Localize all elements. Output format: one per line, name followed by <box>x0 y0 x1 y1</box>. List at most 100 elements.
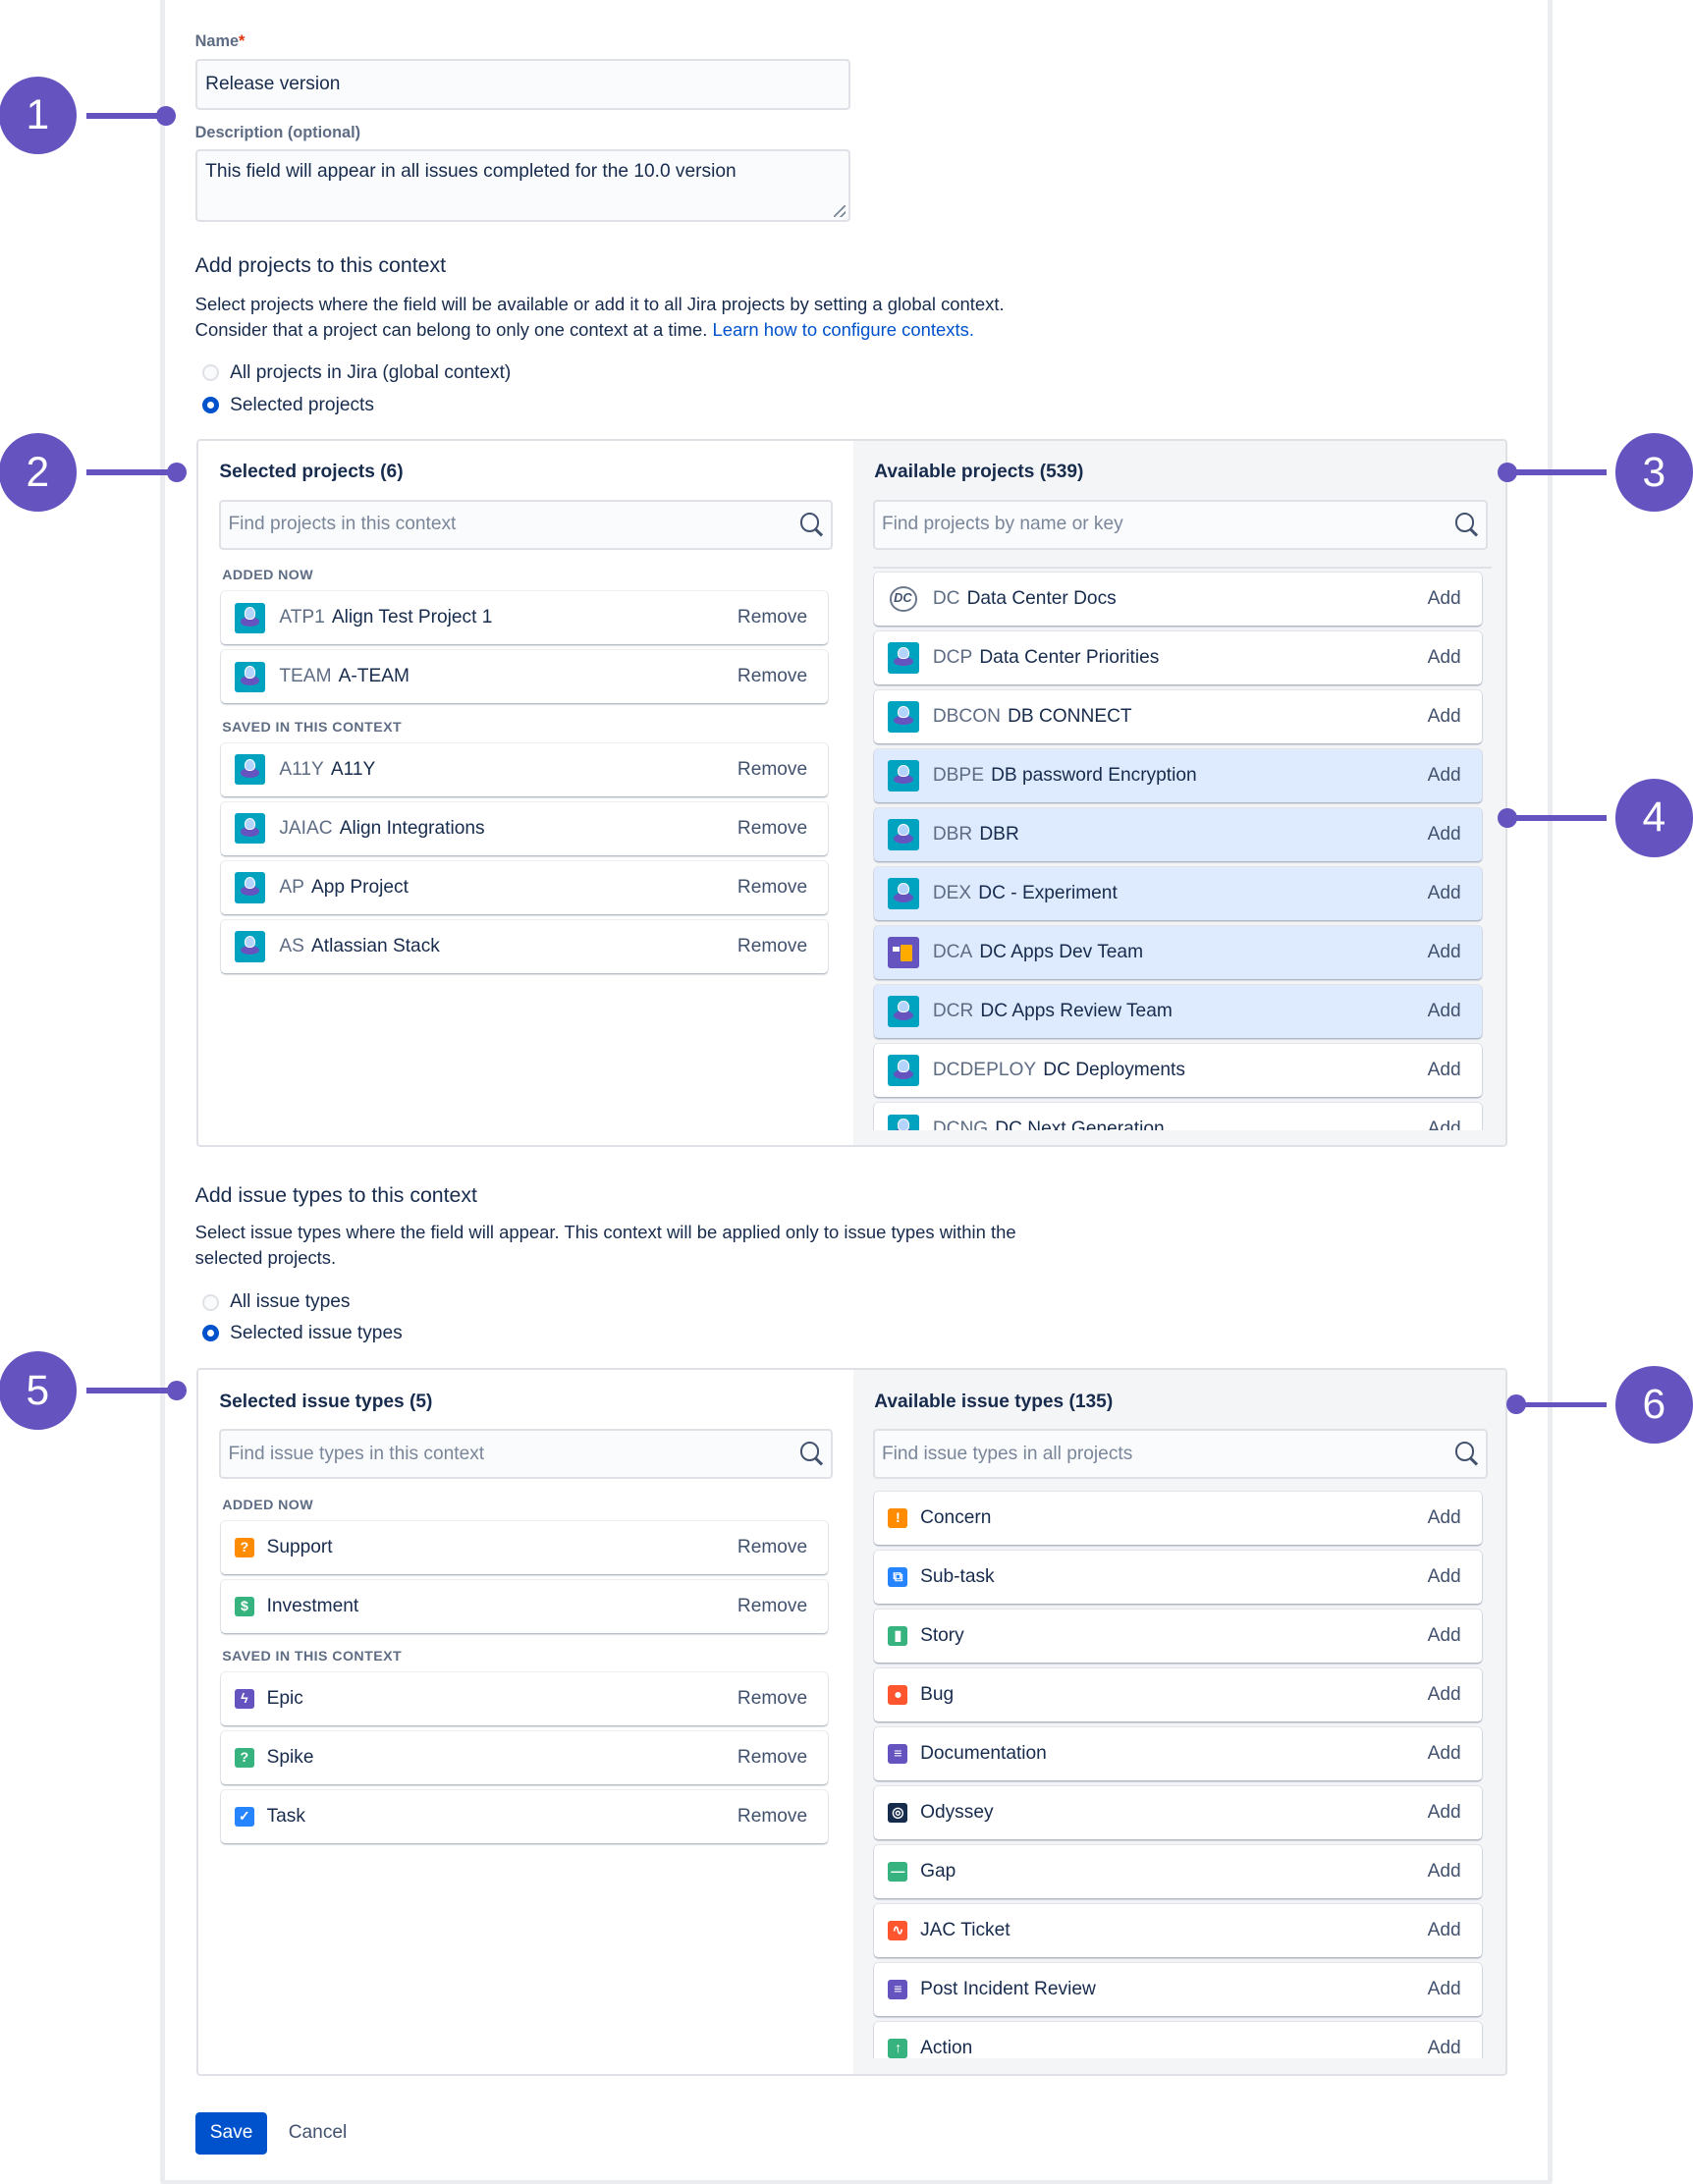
issue-type-row[interactable]: — Gap Add <box>874 1845 1482 1898</box>
available-issue-types-list[interactable]: ! Concern Add ⧉ Sub-task Add ▮ Story Add ● Bug Add ≡… <box>873 1488 1492 2059</box>
remove-button[interactable]: Remove <box>737 1537 807 1558</box>
arrow-up-icon: ↑ <box>888 2039 908 2058</box>
search-placeholder: Find issue types in this context <box>228 1443 485 1464</box>
project-key: ATP1 <box>279 607 325 628</box>
project-row[interactable]: DBCON DB CONNECT Add <box>874 689 1482 743</box>
remove-button[interactable]: Remove <box>737 936 807 957</box>
issue-type-row[interactable]: ≡ Documentation Add <box>874 1726 1482 1780</box>
selected-projects-search[interactable]: Find projects in this context <box>219 499 833 550</box>
add-button[interactable]: Add <box>1428 1119 1461 1129</box>
issue-type-row[interactable]: ↑ Action Add <box>874 2022 1482 2059</box>
add-button[interactable]: Add <box>1428 942 1461 963</box>
add-button[interactable]: Add <box>1428 1802 1461 1824</box>
radio-selected-issue-types-label: Selected issue types <box>230 1322 403 1343</box>
issue-type-row[interactable]: ▮ Story Add <box>874 1609 1482 1663</box>
radio-selected-projects[interactable]: Selected projects <box>201 395 374 416</box>
project-row[interactable]: AP App Project Remove <box>220 860 829 914</box>
issue-type-row[interactable]: ◎ Odyssey Add <box>874 1786 1482 1839</box>
radio-all-projects[interactable]: All projects in Jira (global context) <box>201 362 511 384</box>
learn-contexts-link[interactable]: Learn how to configure contexts. <box>712 319 973 340</box>
project-row[interactable]: AS Atlassian Stack Remove <box>220 919 829 973</box>
project-row[interactable]: DCDEPLOY DC Deployments Add <box>874 1044 1482 1098</box>
available-projects-list[interactable]: DC Data Center Docs Add DCP Data Center Prio… <box>872 566 1492 1130</box>
description-textarea[interactable]: This field will appear in all issues com… <box>194 148 850 222</box>
radio-all-issue-types[interactable]: All issue types <box>201 1291 350 1313</box>
add-button[interactable]: Add <box>1428 1001 1461 1022</box>
project-name: App Project <box>310 876 409 898</box>
add-button[interactable]: Add <box>1428 1920 1461 1941</box>
resize-handle-icon[interactable] <box>834 205 846 217</box>
project-row[interactable]: DEX DC - Experiment Add <box>874 867 1482 920</box>
project-row[interactable]: JAIAC Align Integrations Remove <box>220 801 829 855</box>
annotation-marker: 4 <box>1614 779 1693 857</box>
add-button[interactable]: Add <box>1428 1684 1461 1706</box>
available-projects-search[interactable]: Find projects by name or key <box>872 499 1488 550</box>
project-row[interactable]: DCNG DC Next Generation Add <box>874 1103 1482 1130</box>
add-button[interactable]: Add <box>1428 824 1461 846</box>
issue-type-row[interactable]: ● Bug Add <box>874 1667 1482 1721</box>
remove-button[interactable]: Remove <box>737 607 807 628</box>
add-button[interactable]: Add <box>1428 1979 1461 2000</box>
remove-button[interactable]: Remove <box>737 818 807 840</box>
issue-types-heading: Add issue types to this context <box>194 1182 477 1207</box>
project-row[interactable]: A11Y A11Y Remove <box>220 742 829 796</box>
selected-issue-types-panel: Selected issue types (5) Find issue type… <box>198 1370 853 2075</box>
selected-issue-types-search[interactable]: Find issue types in this context <box>219 1429 833 1480</box>
project-row[interactable]: DBR DBR Add <box>874 808 1482 861</box>
save-button[interactable]: Save <box>194 2112 268 2155</box>
issue-type-name: Task <box>266 1806 305 1828</box>
project-name: Data Center Priorities <box>979 646 1160 668</box>
add-button[interactable]: Add <box>1428 1625 1461 1647</box>
remove-button[interactable]: Remove <box>737 1806 807 1828</box>
issue-type-row[interactable]: ! Concern Add <box>874 1491 1482 1545</box>
add-button[interactable]: Add <box>1428 883 1461 904</box>
remove-button[interactable]: Remove <box>737 1596 807 1617</box>
project-row[interactable]: DCA DC Apps Dev Team Add <box>874 926 1482 979</box>
name-input[interactable]: Release version <box>194 58 850 111</box>
project-row[interactable]: ATP1 Align Test Project 1 Remove <box>220 591 829 645</box>
cancel-button[interactable]: Cancel <box>279 2112 356 2155</box>
remove-button[interactable]: Remove <box>737 666 807 687</box>
available-issue-types-search[interactable]: Find issue types in all projects <box>872 1429 1488 1480</box>
project-row[interactable]: TEAM A-TEAM Remove <box>220 650 829 704</box>
remove-button[interactable]: Remove <box>737 1747 807 1769</box>
remove-button[interactable]: Remove <box>737 877 807 899</box>
add-button[interactable]: Add <box>1428 2038 1461 2058</box>
issue-type-row[interactable]: ? Support Remove <box>220 1520 829 1574</box>
remove-button[interactable]: Remove <box>737 759 807 781</box>
project-row[interactable]: DBPE DB password Encryption Add <box>874 749 1482 802</box>
project-row[interactable]: DCR DC Apps Review Team Add <box>874 985 1482 1039</box>
add-button[interactable]: Add <box>1428 706 1461 728</box>
add-button[interactable]: Add <box>1428 1743 1461 1765</box>
add-button[interactable]: Add <box>1428 647 1461 669</box>
required-mark: * <box>239 31 246 50</box>
issue-type-row[interactable]: ≡ Post Incident Review Add <box>874 1963 1482 2016</box>
add-button[interactable]: Add <box>1428 765 1461 787</box>
add-button[interactable]: Add <box>1428 1060 1461 1081</box>
project-row[interactable]: DCP Data Center Priorities Add <box>874 630 1482 684</box>
radio-unchecked-icon[interactable] <box>201 1293 219 1311</box>
project-avatar-icon <box>888 760 919 792</box>
add-button[interactable]: Add <box>1428 1507 1461 1529</box>
radio-unchecked-icon[interactable] <box>201 364 219 382</box>
issue-type-row[interactable]: ∿ JAC Ticket Add <box>874 1904 1482 1957</box>
drill-avatar-icon <box>888 937 919 968</box>
issue-type-row[interactable]: ⧉ Sub-task Add <box>874 1550 1482 1604</box>
project-row[interactable]: DC Data Center Docs Add <box>874 572 1482 626</box>
add-button[interactable]: Add <box>1428 1861 1461 1883</box>
saved-label: SAVED IN THIS CONTEXT <box>222 1649 403 1665</box>
search-icon <box>799 1442 820 1461</box>
issue-type-row[interactable]: ? Spike Remove <box>220 1731 829 1785</box>
bookmark-icon: ▮ <box>888 1625 908 1646</box>
available-issue-types-title: Available issue types (135) <box>874 1391 1114 1412</box>
issue-type-row[interactable]: $ Investment Remove <box>220 1579 829 1633</box>
add-button[interactable]: Add <box>1428 588 1461 610</box>
project-avatar-icon <box>888 878 919 909</box>
radio-checked-icon[interactable] <box>201 397 219 414</box>
radio-checked-icon[interactable] <box>201 1325 219 1342</box>
issue-type-row[interactable]: ϟ Epic Remove <box>220 1672 829 1726</box>
add-button[interactable]: Add <box>1428 1566 1461 1588</box>
issue-type-row[interactable]: ✓ Task Remove <box>220 1790 829 1844</box>
radio-selected-issue-types[interactable]: Selected issue types <box>201 1322 403 1344</box>
remove-button[interactable]: Remove <box>737 1688 807 1710</box>
